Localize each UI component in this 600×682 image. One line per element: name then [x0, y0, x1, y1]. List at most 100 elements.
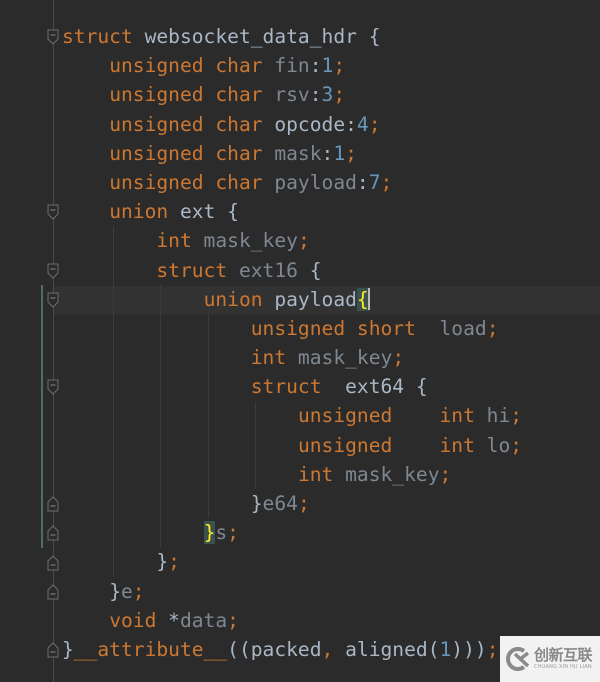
code-line[interactable]: unsigned int hi;: [62, 401, 522, 430]
code-number: 4: [356, 112, 369, 136]
code-line[interactable]: int mask_key;: [62, 460, 522, 489]
code-keyword: struct: [250, 375, 322, 399]
code-token: }: [250, 492, 263, 515]
code-keyword: union: [203, 287, 263, 311]
code-token: ;: [297, 492, 310, 515]
code-token: load: [415, 316, 487, 340]
code-line[interactable]: void *data;: [62, 606, 522, 635]
code-line[interactable]: unsigned char fin:1;: [62, 51, 522, 80]
code-token: opcode: [262, 112, 346, 136]
code-line[interactable]: unsigned char rsv:3;: [62, 80, 522, 109]
code-token: ;: [297, 229, 310, 253]
fold-collapse-icon[interactable]: [47, 379, 59, 396]
code-token: ((packed: [227, 637, 322, 661]
code-token: ;: [368, 112, 381, 136]
gutter-divider: [53, 0, 54, 682]
code-token: :: [309, 54, 322, 78]
fold-end-icon[interactable]: [47, 496, 59, 512]
code-line[interactable]: union payload{: [62, 285, 522, 314]
code-keyword: unsigned char: [109, 54, 263, 78]
code-token: ;: [486, 316, 499, 340]
code-line[interactable]: union ext {: [62, 197, 522, 226]
code-token: :: [356, 170, 369, 194]
code-token: payload: [262, 170, 357, 194]
code-token: ;: [380, 170, 393, 194]
code-token: ;: [486, 637, 499, 661]
code-token: ext16: [227, 258, 310, 282]
code-line[interactable]: }e64;: [62, 489, 522, 518]
code-token: ;: [227, 521, 239, 545]
fold-end-icon[interactable]: [47, 642, 59, 658]
code-keyword: __attribute__: [73, 637, 228, 661]
code-keyword: int: [297, 462, 334, 486]
vcs-change-marker[interactable]: [41, 285, 43, 548]
code-number: 3: [321, 83, 334, 107]
fold-end-icon[interactable]: [47, 584, 59, 600]
code-line[interactable]: struct ext16 {: [62, 256, 522, 285]
code-token: e64: [262, 492, 298, 515]
fold-collapse-icon[interactable]: [47, 292, 59, 308]
code-line[interactable]: }__attribute__((packed, aligned(1)));: [62, 635, 522, 664]
code-line[interactable]: unsigned int lo;: [62, 431, 522, 460]
code-keyword: unsigned char: [109, 112, 263, 136]
code-token: ;: [168, 550, 180, 574]
fold-collapse-icon[interactable]: [47, 204, 59, 220]
code-line[interactable]: }s;: [62, 518, 522, 547]
code-line[interactable]: struct ext64 {: [62, 372, 522, 401]
fold-collapse-icon[interactable]: [47, 29, 59, 45]
code-line[interactable]: int mask_key;: [62, 343, 522, 372]
code-line[interactable]: unsigned short load;: [62, 314, 522, 343]
code-number: 1: [321, 54, 334, 78]
code-token: websocket_data_hdr: [132, 25, 369, 48]
text-caret: [367, 287, 370, 310]
code-keyword: unsigned char: [109, 83, 263, 107]
fold-collapse-icon[interactable]: [47, 263, 59, 279]
code-token: aligned(: [333, 637, 440, 661]
code-token: mask_key: [191, 229, 298, 253]
code-line[interactable]: int mask_key;: [62, 226, 522, 255]
code-token: {: [415, 375, 428, 399]
fold-end-icon[interactable]: [47, 554, 59, 571]
code-token: e: [120, 579, 133, 603]
chuangxin-logo-icon: [506, 647, 530, 671]
code-token: {: [227, 200, 239, 224]
code-editor[interactable]: struct websocket_data_hdr { unsigned cha…: [62, 22, 522, 664]
code-token: *: [156, 608, 180, 632]
code-keyword: unsigned: [297, 433, 393, 457]
code-line[interactable]: struct websocket_data_hdr {: [62, 22, 522, 51]
code-keyword: int: [250, 346, 287, 370]
code-line[interactable]: unsigned char payload:7;: [62, 168, 522, 197]
code-keyword: union: [109, 200, 169, 224]
code-token: :: [321, 141, 334, 165]
code-token: ;: [132, 579, 145, 603]
code-token: {: [368, 25, 381, 48]
code-line[interactable]: unsigned char mask:1;: [62, 139, 522, 168]
code-token: ;: [333, 83, 346, 107]
code-keyword: int: [439, 433, 475, 457]
code-keyword: unsigned: [297, 404, 393, 428]
code-token: :: [345, 112, 357, 136]
code-line[interactable]: unsigned char opcode:4;: [62, 110, 522, 139]
code-number: 1: [439, 637, 452, 661]
code-line[interactable]: };: [62, 547, 522, 576]
code-token: mask_key: [286, 346, 393, 370]
fold-end-icon[interactable]: [47, 525, 59, 541]
code-line[interactable]: }e;: [62, 577, 522, 606]
code-keyword: void: [109, 608, 157, 632]
code-token: fin: [262, 54, 310, 78]
code-token: mask: [262, 141, 322, 165]
code-token: lo: [474, 433, 511, 457]
code-token: }: [109, 579, 121, 603]
